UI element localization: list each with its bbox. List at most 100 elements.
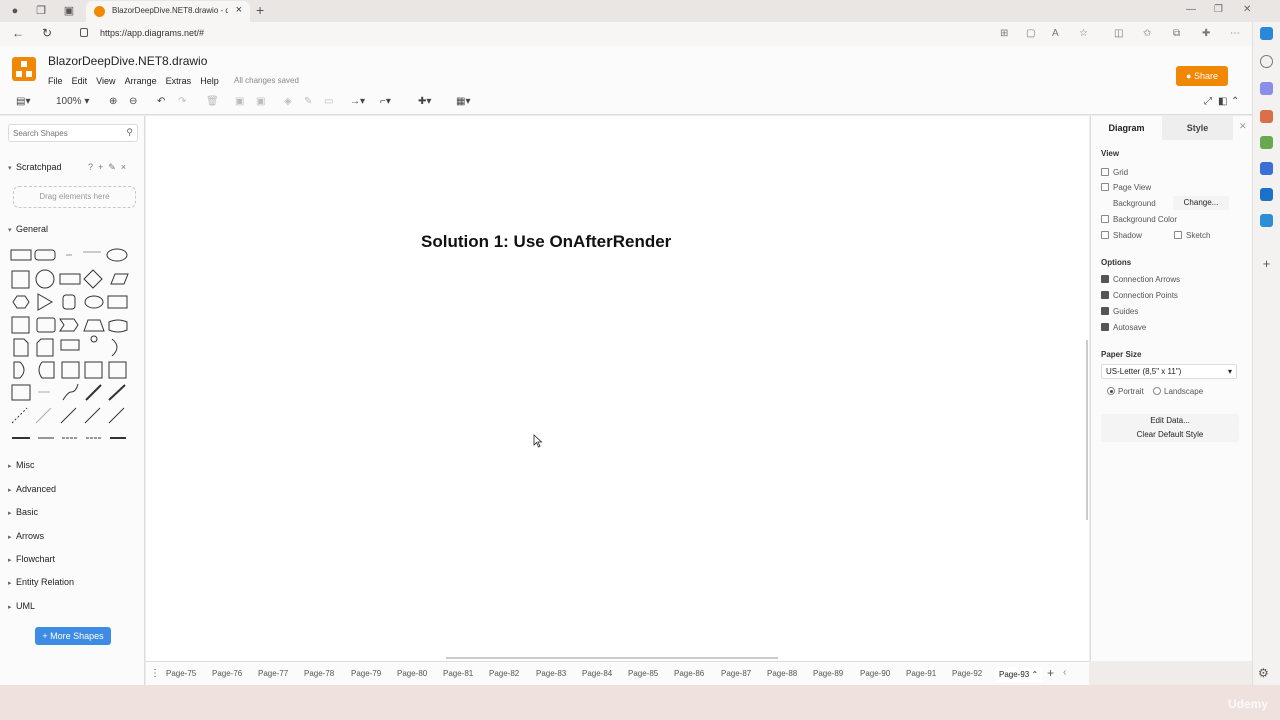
curve-shape[interactable] — [62, 383, 79, 401]
menu-edit[interactable]: Edit — [72, 76, 88, 86]
frame-shape[interactable] — [84, 361, 103, 379]
process-shape[interactable] — [59, 273, 81, 285]
card-shape[interactable] — [36, 338, 54, 357]
change-background-button[interactable]: Change... — [1173, 196, 1229, 210]
new-tab-icon[interactable]: + — [256, 2, 264, 18]
undo-icon[interactable]: ↶ — [157, 96, 165, 107]
url-field[interactable]: https://app.diagrams.net/# — [100, 28, 204, 38]
or-shape[interactable] — [111, 338, 118, 357]
collapse-icon[interactable]: ⌃ — [1231, 96, 1239, 107]
menu-view[interactable]: View — [96, 76, 115, 86]
library-misc[interactable]: ▸ Misc — [8, 460, 35, 470]
shadow-checkbox[interactable]: Shadow — [1101, 231, 1142, 240]
chevron-left-icon[interactable]: ‹ — [1063, 667, 1066, 678]
diamond-shape[interactable] — [83, 269, 103, 289]
workspaces-icon[interactable]: ❐ — [34, 4, 48, 18]
toggle-panel-icon[interactable]: ◧ — [1218, 96, 1227, 107]
grid-checkbox[interactable]: Grid — [1101, 168, 1128, 177]
autosave-checkbox[interactable]: Autosave — [1101, 323, 1146, 332]
list-shape[interactable] — [11, 384, 31, 401]
page-tab[interactable]: Page-91 — [906, 669, 936, 678]
callout-shape[interactable] — [60, 339, 80, 351]
horizontal-scrollbar[interactable] — [446, 657, 778, 659]
clear-default-style-button[interactable]: Clear Default Style — [1101, 428, 1239, 442]
cube-shape[interactable] — [36, 317, 56, 333]
page-view-checkbox[interactable]: Page View — [1101, 183, 1151, 192]
office-icon[interactable] — [1260, 162, 1273, 175]
browser-tab[interactable]: BlazorDeepDive.NET8.drawio - d × — [86, 1, 250, 22]
favorite-star-icon[interactable]: ☆ — [1079, 28, 1088, 39]
profile-icon[interactable]: ● — [8, 4, 22, 18]
close-icon[interactable]: × — [121, 162, 126, 172]
tools-icon[interactable] — [1260, 110, 1273, 123]
line-shape[interactable] — [60, 407, 77, 424]
close-panel-icon[interactable]: ✕ — [1239, 121, 1247, 132]
library-arrows[interactable]: ▸ Arrows — [8, 531, 44, 541]
shopping-tag-icon[interactable] — [1260, 82, 1273, 95]
triangle-shape[interactable] — [37, 293, 54, 311]
page-tab[interactable]: Page-88 — [767, 669, 797, 678]
arrow-shape[interactable] — [108, 384, 126, 401]
insert-icon[interactable]: ✚▾ — [418, 96, 431, 107]
redo-icon[interactable]: ↷ — [178, 96, 186, 107]
library-entity-relation[interactable]: ▸ Entity Relation — [8, 577, 74, 587]
games-icon[interactable] — [1260, 136, 1273, 149]
table-icon[interactable]: ▦▾ — [456, 96, 470, 107]
directional-connector-shape[interactable] — [108, 407, 125, 424]
note-shape[interactable] — [13, 338, 29, 357]
hexagon-shape[interactable] — [12, 295, 30, 309]
library-flowchart[interactable]: ▸ Flowchart — [8, 554, 55, 564]
page-tab[interactable]: Page-78 — [304, 669, 334, 678]
edit-icon[interactable]: ✎ — [108, 162, 116, 172]
help-icon[interactable]: ? — [88, 162, 93, 172]
tab-actions-icon[interactable]: ▣ — [62, 4, 76, 18]
guides-checkbox[interactable]: Guides — [1101, 307, 1138, 316]
fill-color-icon[interactable]: ◈ — [284, 96, 292, 107]
connection-arrows-checkbox[interactable]: Connection Arrows — [1101, 275, 1180, 284]
minimize-icon[interactable]: — — [1186, 4, 1196, 15]
fullscreen-icon[interactable]: ⤢ — [1204, 96, 1212, 107]
connection-points-checkbox[interactable]: Connection Points — [1101, 291, 1178, 300]
page-icon[interactable]: ▢ — [1026, 28, 1035, 39]
swimlane-shape[interactable] — [108, 361, 127, 379]
add-icon[interactable]: + — [98, 162, 103, 172]
favorites-icon[interactable]: ✩ — [1143, 28, 1151, 39]
page-tab-active[interactable]: Page-93 ⌃ — [995, 667, 1043, 682]
library-uml[interactable]: ▸ UML — [8, 601, 35, 611]
page-tab[interactable]: Page-84 — [582, 669, 612, 678]
internal-storage-shape[interactable] — [11, 316, 30, 334]
more-icon[interactable]: ⋯ — [1230, 28, 1240, 39]
shadow-icon[interactable]: ▭ — [324, 96, 333, 107]
more-shapes-button[interactable]: + More Shapes — [35, 627, 111, 645]
back-icon[interactable]: ← — [12, 26, 24, 40]
search-icon[interactable] — [1260, 55, 1273, 68]
collections-icon[interactable]: ⧉ — [1173, 28, 1180, 39]
background-color-checkbox[interactable]: Background Color — [1101, 215, 1177, 224]
scratchpad-header[interactable]: ▾ Scratchpad — [8, 162, 62, 172]
diagram-text-label[interactable]: Solution 1: Use OnAfterRender — [421, 232, 671, 252]
menu-extras[interactable]: Extras — [166, 76, 192, 86]
connection-icon[interactable]: →▾ — [350, 96, 365, 107]
search-shapes-input[interactable] — [9, 125, 119, 141]
zoom-in-icon[interactable]: ⊕ — [109, 96, 117, 107]
page-tab[interactable]: Page-75 — [166, 669, 196, 678]
line-color-icon[interactable]: ✎ — [304, 96, 312, 107]
bidirectional-arrow-shape[interactable] — [85, 384, 102, 401]
delete-icon[interactable]: 🗑 — [206, 96, 219, 107]
page-tab[interactable]: Page-76 — [212, 669, 242, 678]
page-tab[interactable]: Page-80 — [397, 669, 427, 678]
edit-data-button[interactable]: Edit Data... — [1101, 414, 1239, 428]
landscape-radio[interactable]: Landscape — [1153, 387, 1203, 396]
search-icon[interactable]: ⚲ — [126, 127, 133, 138]
to-front-icon[interactable]: ▣ — [235, 96, 244, 107]
scratchpad-dropzone[interactable]: Drag elements here — [13, 186, 136, 208]
sidebar-settings-gear-icon[interactable]: ⚙ — [1258, 666, 1269, 680]
circle-shape[interactable] — [35, 269, 55, 289]
page-tab[interactable]: Page-86 — [674, 669, 704, 678]
page-tab[interactable]: Page-87 — [721, 669, 751, 678]
library-basic[interactable]: ▸ Basic — [8, 507, 38, 517]
square-shape[interactable] — [11, 270, 30, 289]
dashed-line-shape[interactable] — [11, 407, 28, 424]
pages-menu-icon[interactable]: ⋮ — [150, 668, 160, 679]
page-tab[interactable]: Page-77 — [258, 669, 288, 678]
